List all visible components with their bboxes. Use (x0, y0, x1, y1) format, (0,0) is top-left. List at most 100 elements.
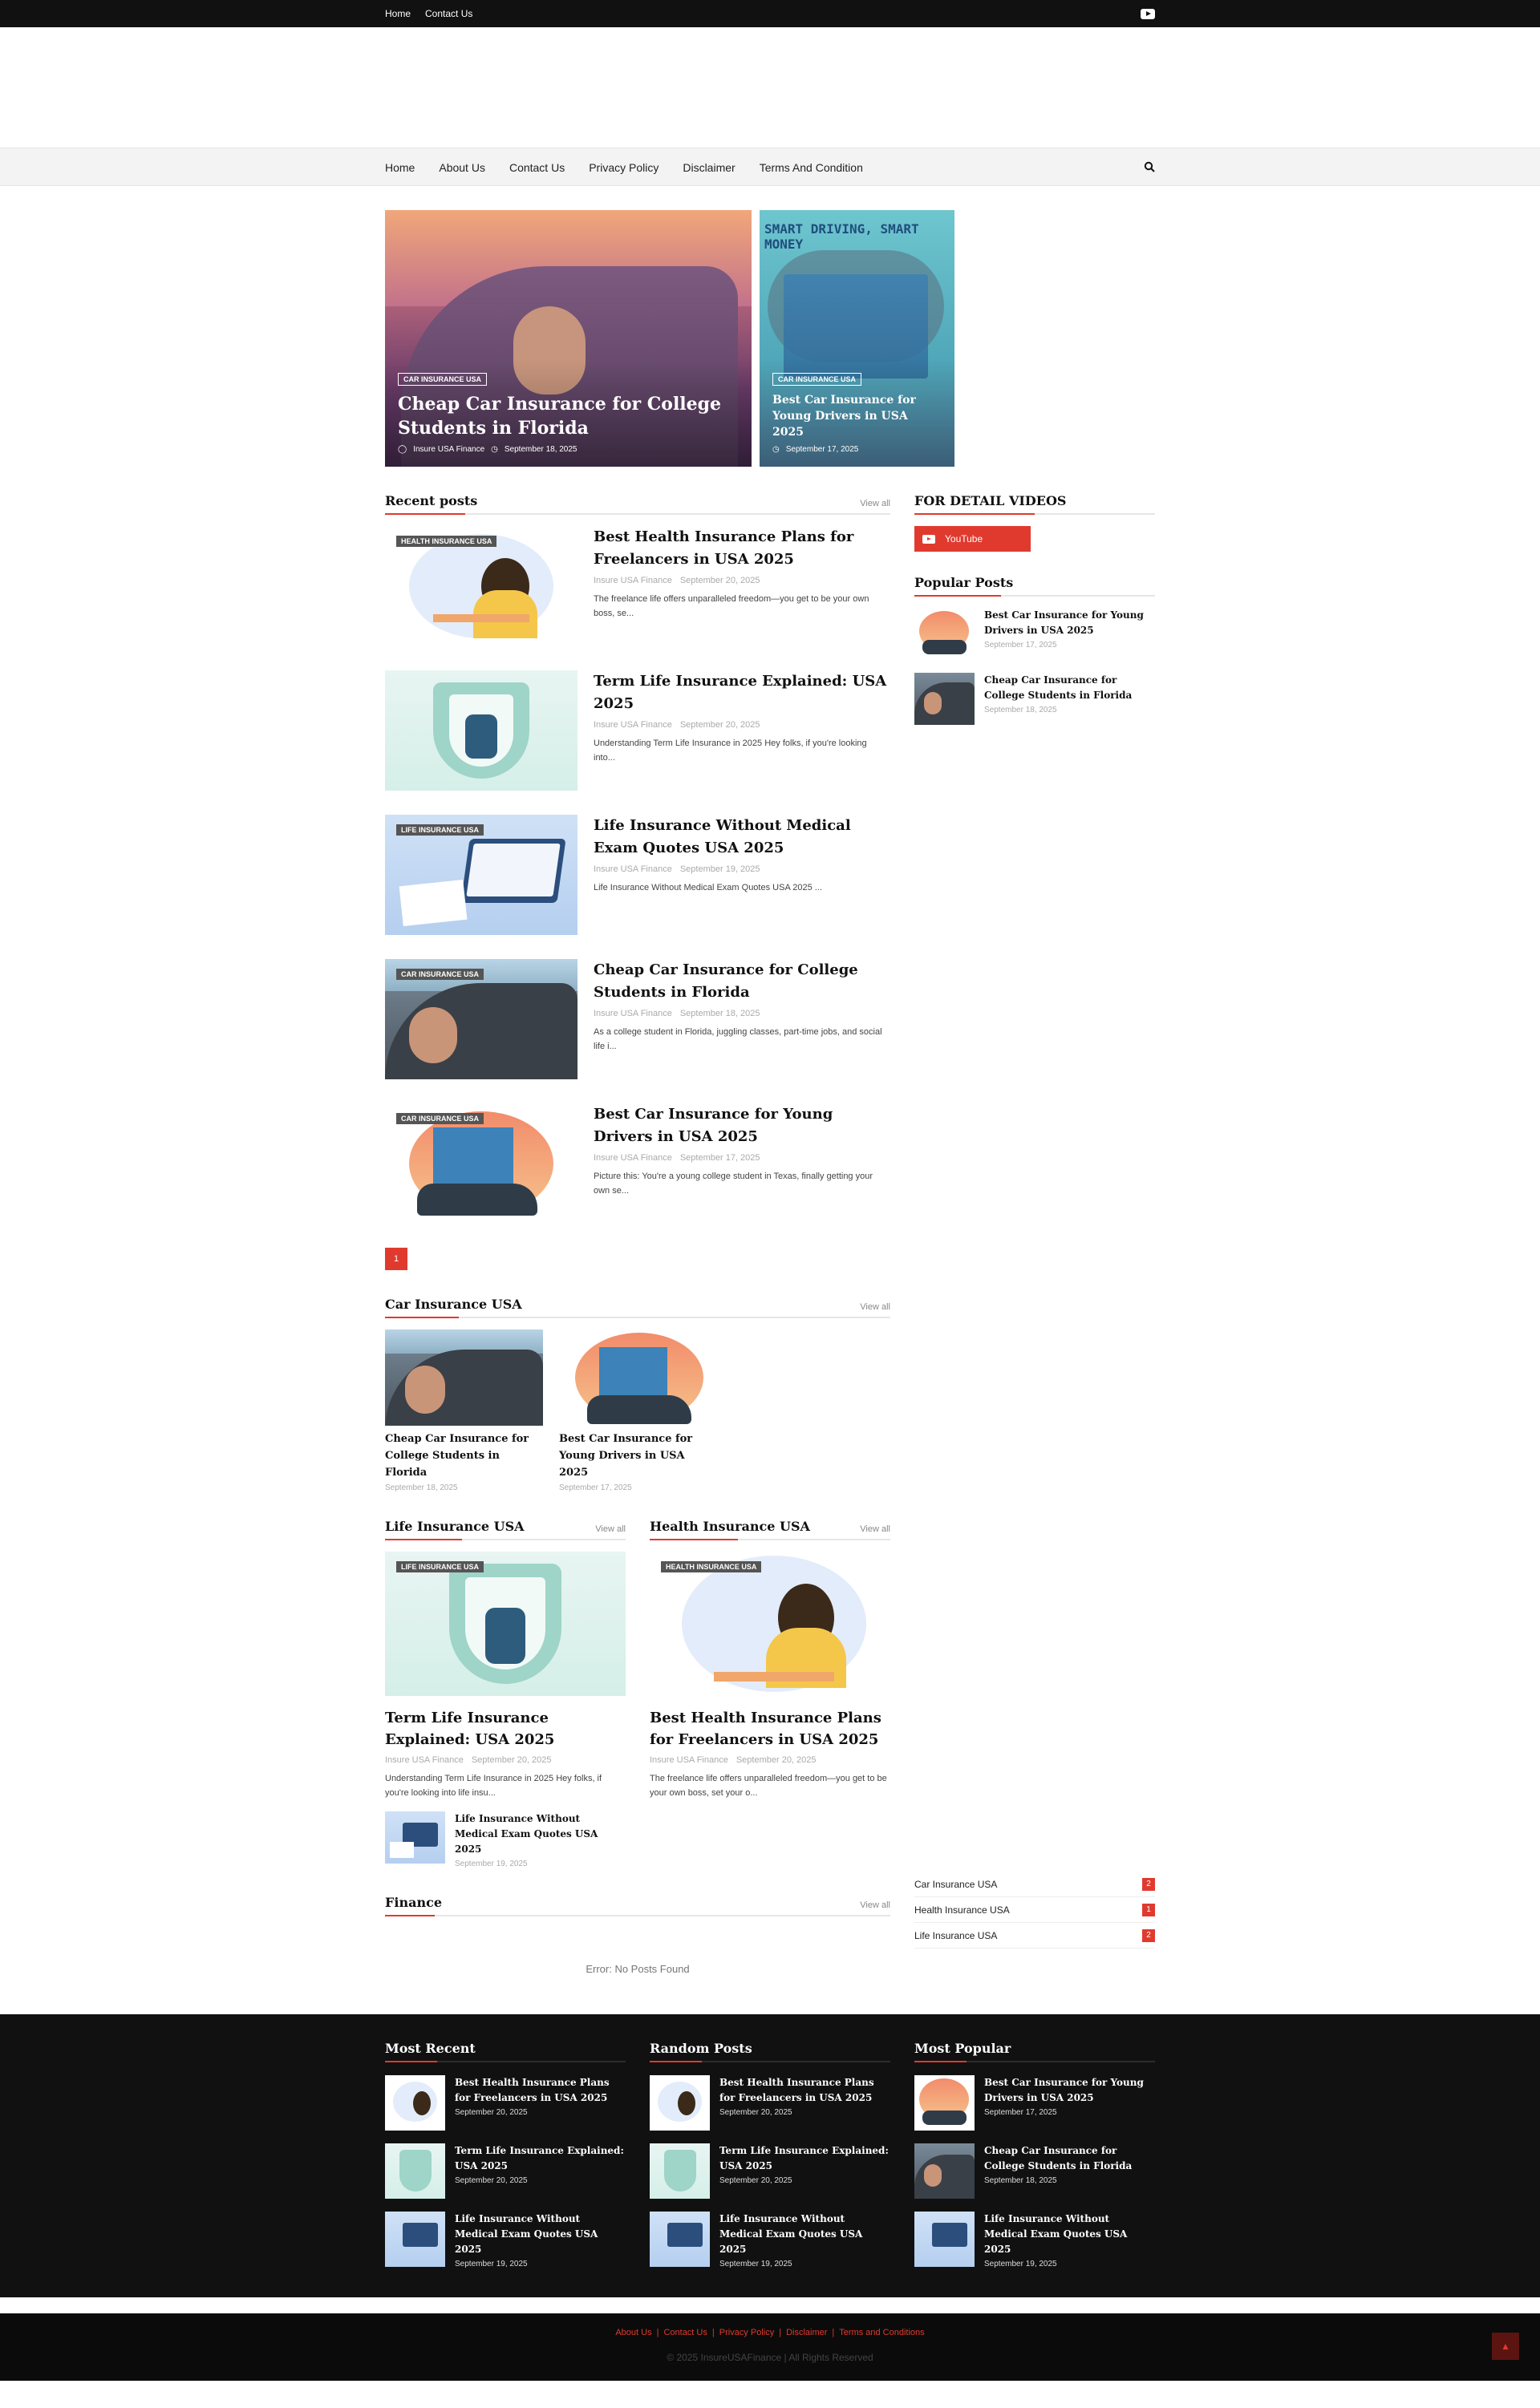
nav-home[interactable]: Home (385, 161, 415, 174)
category-label[interactable]: LIFE INSURANCE USA (396, 1561, 484, 1572)
post-title[interactable]: Life Insurance Without Medical Exam Quot… (984, 2212, 1155, 2257)
footer-link-disclaimer[interactable]: Disclaimer (786, 2328, 827, 2337)
post-thumbnail[interactable]: CAR INSURANCE USA (385, 1103, 578, 1224)
card-image[interactable] (385, 1329, 543, 1426)
footer-link-about[interactable]: About Us (615, 2328, 651, 2337)
list-item: Cheap Car Insurance for College Students… (914, 673, 1155, 725)
footer-link-terms[interactable]: Terms and Conditions (839, 2328, 924, 2337)
post-title[interactable]: Cheap Car Insurance for College Students… (594, 959, 890, 1004)
card: Best Car Insurance for Young Drivers in … (559, 1329, 717, 1492)
card-title[interactable]: Best Car Insurance for Young Drivers in … (559, 1431, 717, 1481)
post-thumbnail[interactable] (385, 670, 578, 791)
post-thumbnail[interactable] (385, 2212, 445, 2267)
post-title[interactable]: Term Life Insurance Explained: USA 2025 (385, 1707, 626, 1750)
top-link-contact[interactable]: Contact Us (425, 8, 472, 19)
post-thumbnail[interactable]: CAR INSURANCE USA (385, 959, 578, 1079)
post-thumbnail[interactable] (914, 2075, 975, 2131)
section-title: FOR DETAIL VIDEOS (914, 493, 1067, 508)
footer-link-contact[interactable]: Contact Us (663, 2328, 707, 2337)
nav-contact[interactable]: Contact Us (509, 161, 565, 174)
nav-disclaimer[interactable]: Disclaimer (683, 161, 735, 174)
search-icon[interactable] (1144, 161, 1155, 172)
footer-link-privacy[interactable]: Privacy Policy (719, 2328, 774, 2337)
footer-most-recent: Most Recent Best Health Insurance Plans … (385, 2038, 626, 2281)
youtube-button[interactable]: YouTube (914, 526, 1031, 552)
post-thumbnail[interactable]: LIFE INSURANCE USA (385, 815, 578, 935)
list-item: Life Insurance Without Medical Exam Quot… (385, 1811, 626, 1868)
nav-terms[interactable]: Terms And Condition (760, 161, 863, 174)
post-thumbnail[interactable]: HEALTH INSURANCE USA (650, 1552, 890, 1696)
post-excerpt: The freelance life offers unparalleled f… (594, 594, 869, 618)
car-insurance-header: Car Insurance USA View all (385, 1294, 890, 1318)
post-author: Insure USA Finance (594, 576, 672, 585)
list-item: Best Health Insurance Plans for Freelanc… (385, 2075, 626, 2131)
view-all-link[interactable]: View all (860, 1900, 890, 1910)
view-all-link[interactable]: View all (860, 499, 890, 508)
post-thumbnail[interactable] (650, 2143, 710, 2199)
featured-author: Insure USA Finance (413, 445, 485, 454)
bottom-bar: About Us | Contact Us | Privacy Policy | Di… (0, 2313, 1540, 2381)
category-label[interactable]: LIFE INSURANCE USA (396, 824, 484, 836)
main-column: Recent posts View all HEALTH INSURANCE U… (385, 491, 890, 1987)
category-label[interactable]: CAR INSURANCE USA (396, 1113, 484, 1124)
post-title[interactable]: Life Insurance Without Medical Exam Quot… (455, 1811, 626, 1857)
category-badge[interactable]: CAR INSURANCE USA (398, 373, 488, 386)
view-all-link[interactable]: View all (595, 1524, 626, 1534)
post-title[interactable]: Best Health Insurance Plans for Freelanc… (650, 1707, 890, 1750)
post-thumbnail[interactable] (385, 2075, 445, 2131)
post-thumbnail[interactable] (650, 2212, 710, 2267)
pagination-page-1[interactable]: 1 (385, 1248, 407, 1270)
card-image[interactable] (559, 1329, 717, 1426)
post-title[interactable]: Term Life Insurance Explained: USA 2025 (719, 2143, 890, 2174)
post-title[interactable]: Best Car Insurance for Young Drivers in … (594, 1103, 890, 1148)
post-title[interactable]: Best Car Insurance for Young Drivers in … (984, 2075, 1155, 2106)
category-label[interactable]: HEALTH INSURANCE USA (661, 1561, 762, 1572)
post-thumbnail[interactable]: LIFE INSURANCE USA (385, 1552, 626, 1696)
featured-secondary[interactable]: SMART DRIVING, SMART MONEY CAR INSURANCE… (760, 210, 954, 467)
post-thumbnail[interactable] (914, 2212, 975, 2267)
post-title[interactable]: Best Health Insurance Plans for Freelanc… (594, 526, 890, 571)
section-title: Finance (385, 1895, 442, 1910)
post-excerpt: The freelance life offers unparalleled f… (650, 1774, 887, 1798)
post-title[interactable]: Cheap Car Insurance for College Students… (984, 673, 1155, 703)
label-item[interactable]: Car Insurance USA 2 (914, 1872, 1155, 1897)
section-title: Random Posts (650, 2041, 752, 2056)
nav-about[interactable]: About Us (439, 161, 485, 174)
top-link-home[interactable]: Home (385, 8, 411, 19)
post-title[interactable]: Term Life Insurance Explained: USA 2025 (455, 2143, 626, 2174)
post-thumbnail[interactable] (914, 2143, 975, 2199)
list-item: Life Insurance Without Medical Exam Quot… (385, 2212, 626, 2268)
copyright: © 2025 InsureUSAFinance | All Rights Res… (667, 2352, 873, 2363)
post-thumbnail[interactable] (914, 608, 975, 660)
label-item[interactable]: Life Insurance USA 2 (914, 1923, 1155, 1949)
label-item[interactable]: Health Insurance USA 1 (914, 1897, 1155, 1923)
post-title[interactable]: Term Life Insurance Explained: USA 2025 (594, 670, 890, 715)
featured-title[interactable]: Cheap Car Insurance for College Students… (398, 392, 739, 440)
view-all-link[interactable]: View all (860, 1302, 890, 1312)
nav-privacy[interactable]: Privacy Policy (589, 161, 659, 174)
featured-main[interactable]: CAR INSURANCE USA Cheap Car Insurance fo… (385, 210, 752, 467)
youtube-icon[interactable] (1141, 8, 1155, 19)
post-thumbnail[interactable] (385, 2143, 445, 2199)
post-title[interactable]: Best Health Insurance Plans for Freelanc… (719, 2075, 890, 2106)
post-thumbnail[interactable] (914, 673, 975, 725)
post-title[interactable]: Best Health Insurance Plans for Freelanc… (455, 2075, 626, 2106)
youtube-icon (922, 534, 935, 544)
category-badge[interactable]: CAR INSURANCE USA (772, 373, 862, 386)
clock-icon: ◷ (772, 445, 780, 454)
post-title[interactable]: Cheap Car Insurance for College Students… (984, 2143, 1155, 2174)
recent-posts-header: Recent posts View all (385, 491, 890, 515)
back-to-top-button[interactable]: ▲ (1492, 2333, 1519, 2360)
card-title[interactable]: Cheap Car Insurance for College Students… (385, 1431, 543, 1481)
post-title[interactable]: Best Car Insurance for Young Drivers in … (984, 608, 1155, 638)
featured-title[interactable]: Best Car Insurance for Young Drivers in … (772, 392, 942, 440)
post-thumbnail[interactable]: HEALTH INSURANCE USA (385, 526, 578, 646)
category-label[interactable]: HEALTH INSURANCE USA (396, 536, 497, 547)
post-thumbnail[interactable] (650, 2075, 710, 2131)
post-title[interactable]: Life Insurance Without Medical Exam Quot… (455, 2212, 626, 2257)
view-all-link[interactable]: View all (860, 1524, 890, 1534)
post-thumbnail[interactable] (385, 1811, 445, 1864)
post-title[interactable]: Life Insurance Without Medical Exam Quot… (594, 815, 890, 860)
category-label[interactable]: CAR INSURANCE USA (396, 969, 484, 980)
post-title[interactable]: Life Insurance Without Medical Exam Quot… (719, 2212, 890, 2257)
